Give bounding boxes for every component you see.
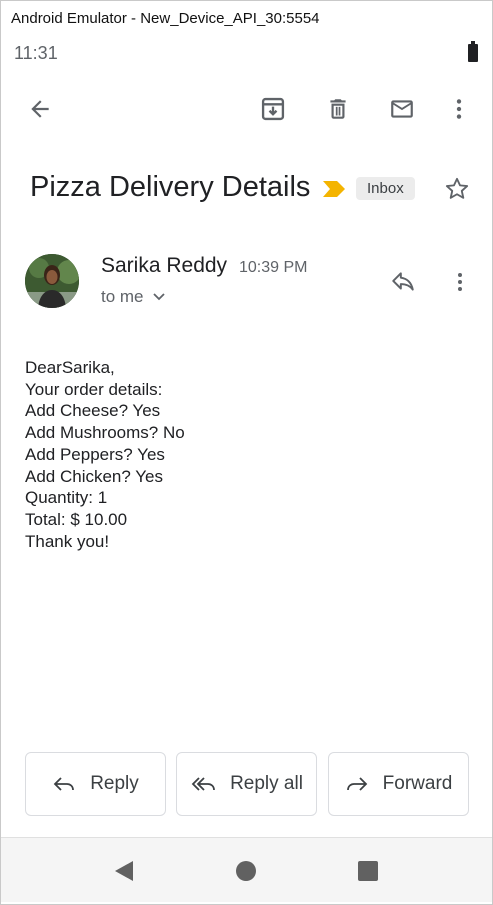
label-chip-inbox[interactable]: Inbox <box>356 177 415 200</box>
window-title: Android Emulator - New_Device_API_30:555… <box>11 9 320 27</box>
avatar[interactable] <box>25 254 79 308</box>
archive-icon <box>261 97 285 121</box>
square-recents-icon <box>358 861 378 881</box>
more-vert-icon <box>456 99 462 119</box>
archive-button[interactable] <box>258 94 288 124</box>
window-titlebar: Android Emulator - New_Device_API_30:555… <box>1 1 492 35</box>
mark-unread-button[interactable] <box>387 94 417 124</box>
recipients-text: to me <box>101 287 144 306</box>
status-time: 11:31 <box>14 42 58 63</box>
more-options-button[interactable] <box>444 94 474 124</box>
subject-row: Pizza Delivery Details Inbox <box>1 167 492 211</box>
forward-button[interactable]: Forward <box>328 752 469 816</box>
forward-icon <box>346 777 367 791</box>
reply-all-label: Reply all <box>230 773 303 794</box>
email-subject: Pizza Delivery Details <box>30 171 311 203</box>
triangle-back-icon <box>115 861 133 881</box>
nav-recents-button[interactable] <box>355 858 381 884</box>
nav-back-button[interactable] <box>111 858 137 884</box>
body-line: Add Chicken? Yes <box>25 466 163 486</box>
back-button[interactable] <box>25 94 55 124</box>
reply-action-button[interactable]: Reply <box>25 752 166 816</box>
forward-label: Forward <box>382 773 453 794</box>
body-line: Total: $ 10.00 <box>25 509 128 529</box>
importance-marker-icon[interactable] <box>322 180 346 203</box>
reply-icon <box>53 777 75 791</box>
chevron-down-icon <box>152 293 165 301</box>
sender-name: Sarika Reddy <box>101 254 228 277</box>
arrow-back-icon <box>31 100 49 118</box>
navigation-bar <box>1 838 492 902</box>
email-body: DearSarika, Your order details: Add Chee… <box>25 357 185 552</box>
mail-icon <box>391 100 413 118</box>
emulator-window: Android Emulator - New_Device_API_30:555… <box>0 0 493 905</box>
sender-row: Sarika Reddy 10:39 PM to me <box>1 251 492 311</box>
circle-home-icon <box>236 861 256 881</box>
body-line: Your order details: <box>25 379 163 399</box>
more-options-message-button[interactable] <box>448 269 472 300</box>
body-line: DearSarika, <box>25 358 115 377</box>
star-icon[interactable] <box>443 175 471 208</box>
email-time: 10:39 PM <box>239 259 308 276</box>
recipients-toggle[interactable]: to me <box>101 287 166 307</box>
trash-icon <box>330 99 346 119</box>
reply-button[interactable] <box>389 269 417 300</box>
battery-full-icon <box>468 41 478 62</box>
reply-label: Reply <box>90 773 139 794</box>
more-vert-icon <box>458 273 462 291</box>
nav-home-button[interactable] <box>233 858 259 884</box>
body-line: Quantity: 1 <box>25 488 108 508</box>
delete-button[interactable] <box>323 94 353 124</box>
reply-icon <box>392 272 414 291</box>
body-line: Thank you! <box>25 531 110 551</box>
body-line: Add Peppers? Yes <box>25 444 165 464</box>
email-toolbar <box>1 71 492 145</box>
body-line: Add Mushrooms? No <box>25 423 185 443</box>
reply-all-icon <box>191 777 215 791</box>
body-line: Add Cheese? Yes <box>25 401 161 421</box>
status-bar: 11:31 <box>1 35 492 71</box>
reply-all-button[interactable]: Reply all <box>176 752 317 816</box>
action-buttons: Reply Reply all Forward <box>1 752 492 816</box>
